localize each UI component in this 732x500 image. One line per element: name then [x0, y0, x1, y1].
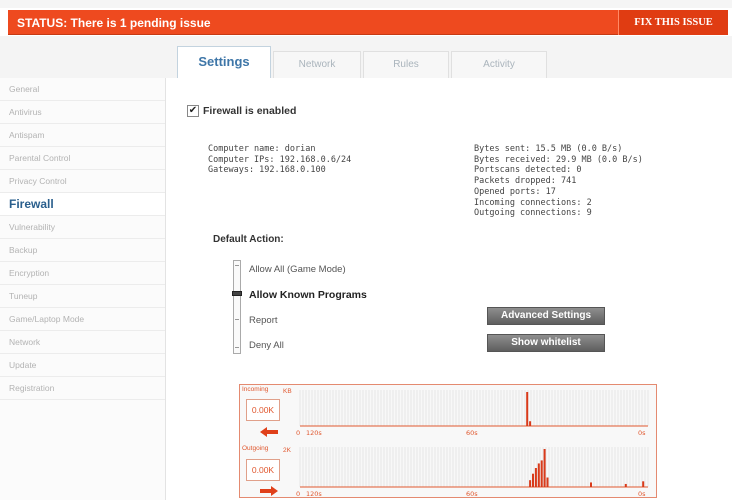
tab-rules[interactable]: Rules: [363, 51, 449, 78]
incoming-unit-label: KB: [283, 388, 292, 395]
show-whitelist-button[interactable]: Show whitelist: [487, 334, 605, 352]
computer-info: Computer name: dorian Computer IPs: 192.…: [208, 144, 351, 176]
outgoing-time-label: 60s: [466, 490, 478, 497]
sidebar-item-game-laptop-mode[interactable]: Game/Laptop Mode: [0, 308, 165, 331]
outgoing-spike: [590, 482, 592, 487]
sidebar-item-firewall[interactable]: Firewall: [0, 193, 165, 216]
incoming-rate: 0.00K: [246, 399, 280, 421]
firewall-enabled-label: Firewall is enabled: [203, 105, 297, 117]
tab-activity[interactable]: Activity: [451, 51, 547, 78]
action-allow-all[interactable]: Allow All (Game Mode): [249, 264, 346, 275]
packets-dropped: Packets dropped: 741: [474, 176, 577, 187]
outgoing-zero-label: 0: [296, 490, 300, 497]
sidebar: General Antivirus Antispam Parental Cont…: [0, 78, 166, 500]
sidebar-item-tuneup[interactable]: Tuneup: [0, 285, 165, 308]
slider-tick: [235, 347, 239, 348]
slider-thumb[interactable]: [232, 291, 242, 296]
action-deny-all[interactable]: Deny All: [249, 340, 284, 351]
outgoing-spike: [543, 449, 546, 487]
sidebar-item-general[interactable]: General: [0, 78, 165, 101]
tab-settings[interactable]: Settings: [177, 46, 271, 79]
incoming-label: Incoming: [242, 386, 269, 393]
sidebar-item-vulnerability[interactable]: Vulnerability: [0, 216, 165, 239]
outgoing-time-label: 120s: [306, 490, 322, 497]
outgoing-time-label: 0s: [638, 490, 646, 497]
incoming-time-label: 0s: [638, 429, 646, 436]
sidebar-item-parental-control[interactable]: Parental Control: [0, 147, 165, 170]
outgoing-spike: [624, 483, 627, 487]
default-action-slider[interactable]: [232, 260, 242, 354]
outgoing-spike: [546, 477, 549, 487]
default-action-label: Default Action:: [213, 234, 284, 245]
action-report[interactable]: Report: [249, 315, 278, 326]
sidebar-item-backup[interactable]: Backup: [0, 239, 165, 262]
sidebar-item-network[interactable]: Network: [0, 331, 165, 354]
traffic-stats: Bytes sent: 15.5 MB (0.0 B/s) Bytes rece…: [474, 144, 643, 219]
sidebar-item-antivirus[interactable]: Antivirus: [0, 101, 165, 124]
firewall-enabled-row[interactable]: ✔ Firewall is enabled: [187, 105, 296, 117]
outgoing-spike: [537, 463, 540, 487]
outgoing-arrow-icon: [260, 486, 278, 496]
bytes-received: Bytes received: 29.9 MB (0.0 B/s): [474, 154, 643, 165]
firewall-enabled-checkbox[interactable]: ✔: [187, 105, 199, 117]
checkmark-icon: ✔: [188, 105, 198, 116]
incoming-zero-label: 0: [296, 429, 300, 436]
outgoing-connections: Outgoing connections: 9: [474, 208, 592, 219]
slider-tick: [235, 319, 239, 320]
tabs-row: Settings Network Rules Activity: [0, 36, 732, 79]
sidebar-item-registration[interactable]: Registration: [0, 377, 165, 400]
outgoing-rate: 0.00K: [246, 459, 280, 481]
action-allow-known-programs[interactable]: Allow Known Programs: [249, 289, 367, 301]
slider-tick: [235, 265, 239, 266]
incoming-graph: 120s 60s 0s 0: [296, 390, 649, 436]
incoming-time-label: 120s: [306, 429, 322, 436]
outgoing-spike: [532, 473, 534, 487]
sidebar-item-encryption[interactable]: Encryption: [0, 262, 165, 285]
outgoing-spike: [540, 460, 543, 487]
incoming-time-label: 60s: [466, 429, 478, 436]
incoming-spike: [529, 421, 532, 426]
outgoing-spike: [534, 468, 537, 487]
computer-ips: Computer IPs: 192.168.0.6/24: [208, 154, 352, 165]
sidebar-item-antispam[interactable]: Antispam: [0, 124, 165, 147]
sidebar-item-privacy-control[interactable]: Privacy Control: [0, 170, 165, 193]
bytes-sent: Bytes sent: 15.5 MB (0.0 B/s): [474, 144, 623, 154]
computer-name: Computer name: dorian: [208, 144, 316, 154]
outgoing-label: Outgoing: [242, 445, 269, 452]
status-bar: STATUS: There is 1 pending issue FIX THI…: [8, 10, 728, 35]
outgoing-graph: 120s 60s 0s 0: [296, 447, 649, 497]
portscans-detected: Portscans detected: 0: [474, 165, 582, 176]
firewall-settings-panel: ✔ Firewall is enabled Computer name: dor…: [167, 78, 732, 500]
fix-issue-button[interactable]: FIX THIS ISSUE: [618, 10, 728, 35]
tab-network[interactable]: Network: [273, 51, 361, 78]
advanced-settings-button[interactable]: Advanced Settings: [487, 307, 605, 325]
outgoing-spike: [642, 481, 645, 487]
window-top-border: [0, 0, 732, 8]
incoming-spike: [526, 392, 529, 426]
outgoing-spike: [529, 480, 532, 487]
traffic-graph: Incoming KB 0.00K 120s 60s 0s 0 Outgoing 2K…: [239, 384, 657, 498]
outgoing-unit-label: 2K: [283, 447, 291, 454]
sidebar-item-update[interactable]: Update: [0, 354, 165, 377]
opened-ports: Opened ports: 17: [474, 186, 556, 197]
incoming-arrow-icon: [260, 427, 278, 437]
status-text: STATUS: There is 1 pending issue: [17, 16, 211, 30]
gateways: Gateways: 192.168.0.100: [208, 165, 326, 176]
incoming-connections: Incoming connections: 2: [474, 197, 592, 208]
